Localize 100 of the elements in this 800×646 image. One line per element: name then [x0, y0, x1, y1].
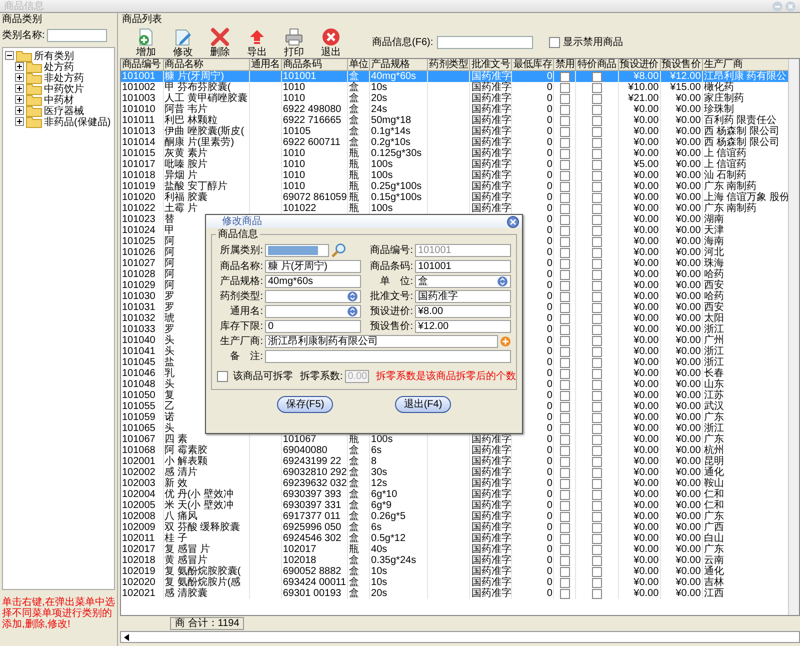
- toolbar-button[interactable]: 修改: [165, 26, 201, 58]
- expander-icon[interactable]: [15, 84, 24, 93]
- checkbox[interactable]: [560, 358, 570, 368]
- checkbox[interactable]: [592, 314, 602, 324]
- checkbox[interactable]: [592, 369, 602, 379]
- table-row[interactable]: 101010 阿昔 韦片 6922 498080 盒 24s 国药准字 0 ¥0.00 ¥0.00 珍珠制: [121, 104, 788, 115]
- checkbox[interactable]: [560, 578, 570, 588]
- checkbox[interactable]: [592, 567, 602, 577]
- table-row[interactable]: 102004 优 丹(小 壁效冲 6930397 393 盒 6g*10 国药准字 0 ¥0.00 ¥0.00 仁和: [121, 489, 788, 500]
- checkbox[interactable]: [592, 72, 602, 82]
- tree-item[interactable]: 非药品(保健品): [44, 114, 111, 128]
- close-icon[interactable]: [507, 216, 519, 228]
- checkbox[interactable]: [592, 259, 602, 269]
- checkbox[interactable]: [560, 215, 570, 225]
- table-row[interactable]: 101017 吡嗪 胺片 1010 瓶 100s 国药准字 0 ¥5.00 ¥0.00 上 信谊药: [121, 159, 788, 170]
- tree-item[interactable]: 医疗器械: [44, 104, 84, 118]
- checkbox[interactable]: [592, 336, 602, 346]
- tree-item[interactable]: 中药饮片: [44, 82, 84, 96]
- toolbar-button[interactable]: 删除: [202, 26, 238, 58]
- checkbox[interactable]: [592, 127, 602, 137]
- checkbox[interactable]: [592, 413, 602, 423]
- checkbox[interactable]: [592, 424, 602, 434]
- table-row[interactable]: 101068 阿 霉素胶 69040080 盒 6s 国药准字 0 ¥0.00 ¥0.00 杭州: [121, 445, 788, 456]
- checkbox[interactable]: [592, 578, 602, 588]
- checkbox[interactable]: [592, 193, 602, 203]
- checkbox[interactable]: [592, 589, 602, 599]
- checkbox[interactable]: [592, 215, 602, 225]
- toolbar-button[interactable]: 退出: [313, 26, 349, 58]
- checkbox[interactable]: [592, 556, 602, 566]
- checkbox[interactable]: [592, 303, 602, 313]
- checkbox[interactable]: [592, 358, 602, 368]
- checkbox[interactable]: [560, 479, 570, 489]
- left-arrow-icon[interactable]: [124, 634, 129, 640]
- checkbox[interactable]: [592, 248, 602, 258]
- checkbox[interactable]: [592, 182, 602, 192]
- checkbox[interactable]: [560, 336, 570, 346]
- table-row[interactable]: 102017 复 感冒 片 102017 瓶 40s 国药准字 0 ¥0.00 ¥0.00 广东: [121, 544, 788, 555]
- tree-item[interactable]: 中药材: [44, 92, 74, 106]
- column-header[interactable]: 预设售价: [660, 59, 702, 70]
- checkbox[interactable]: [549, 36, 560, 48]
- checkbox[interactable]: [592, 116, 602, 126]
- category-name-field[interactable]: [46, 28, 107, 42]
- table-row[interactable]: 102018 黄 感冒片 102018 盒 0.35g*24s 国药准字 0 ¥0.00 ¥0.00 云南: [121, 555, 788, 566]
- checkbox[interactable]: [560, 435, 570, 445]
- table-row[interactable]: 102019 复 氨酚烷胺胶囊( 690052 8882 盒 10s 国药准字 0 ¥0.00 ¥0.00 通化: [121, 566, 788, 577]
- checkbox[interactable]: [560, 446, 570, 456]
- checkbox[interactable]: [560, 226, 570, 236]
- checkbox[interactable]: [560, 380, 570, 390]
- checkbox[interactable]: [560, 512, 570, 522]
- checkbox[interactable]: [560, 193, 570, 203]
- checkbox[interactable]: [592, 545, 602, 555]
- checkbox[interactable]: [592, 435, 602, 445]
- checkbox[interactable]: [560, 292, 570, 302]
- checkbox[interactable]: [560, 171, 570, 181]
- checkbox[interactable]: [592, 94, 602, 104]
- add-icon[interactable]: [500, 336, 511, 347]
- input-field[interactable]: ¥8.00: [415, 305, 511, 318]
- tree-item[interactable]: 非处方药: [44, 70, 84, 84]
- table-row[interactable]: 101014 酮康 片(里素劳) 6922 600711 盒 0.2g*10s 国药准字 0 ¥0.00 ¥0.00 西 杨森制 限公司: [121, 137, 788, 148]
- column-header[interactable]: 单位: [347, 59, 370, 70]
- table-row[interactable]: 102021 感 清胶囊 69301 00193 盒 20s 国药准字 0 ¥0.00 ¥0.00 江西: [121, 588, 788, 599]
- table-row[interactable]: 102002 感 清片 69032810 292 盒 30s 国药准字 0 ¥0.00 ¥0.00 通化: [121, 467, 788, 478]
- table-row[interactable]: 102009 双 芬酸 缓释胶囊 6925996 050 盒 6s 国药准字 0 ¥0.00 ¥0.00 广西: [121, 522, 788, 533]
- table-row[interactable]: 102008 八 痛风 6917377 011 盒 0.26g*5 国药准字 0 ¥0.00 ¥0.00 广东: [121, 511, 788, 522]
- table-row[interactable]: 101013 伊曲 唑胶囊(斯皮( 10105 盒 0.1g*14s 国药准字 0 ¥0.00 ¥0.00 西 杨森制 限公司: [121, 126, 788, 137]
- checkbox[interactable]: [560, 534, 570, 544]
- checkbox[interactable]: [592, 204, 602, 214]
- checkbox[interactable]: [592, 160, 602, 170]
- checkbox[interactable]: [560, 490, 570, 500]
- expander-icon[interactable]: [15, 117, 24, 126]
- checkbox[interactable]: [592, 270, 602, 280]
- tree-item[interactable]: 所有类别: [34, 48, 74, 62]
- checkbox[interactable]: [560, 314, 570, 324]
- checkbox[interactable]: [592, 226, 602, 236]
- dropdown[interactable]: 盒: [415, 275, 511, 288]
- checkbox[interactable]: [560, 105, 570, 115]
- expander-icon[interactable]: [15, 106, 24, 115]
- checkbox[interactable]: [560, 182, 570, 192]
- checkbox[interactable]: [592, 534, 602, 544]
- checkbox[interactable]: [560, 281, 570, 291]
- checkbox[interactable]: [560, 116, 570, 126]
- table-row[interactable]: 101020 利福 胶囊 69072 861059 瓶 0.15g*100s 国药准字 0 ¥0.00 ¥0.00 上海 信谊万象 股份: [121, 192, 788, 203]
- checkbox[interactable]: [592, 479, 602, 489]
- toolbar-button[interactable]: 增加: [128, 26, 164, 58]
- table-row[interactable]: 102011 桂 子 6924546 302 盒 0.5g*12 国药准字 0 ¥0.00 ¥0.00 白山: [121, 533, 788, 544]
- table-row[interactable]: 101003 人工 黄甲硝唑胶囊 1010 盒 20s 国药准字 0 ¥21.00 ¥0.00 家庄制药: [121, 93, 788, 104]
- checkbox[interactable]: [592, 237, 602, 247]
- checkbox[interactable]: [592, 512, 602, 522]
- expander-icon[interactable]: [5, 51, 14, 60]
- checkbox[interactable]: [592, 468, 602, 478]
- checkbox[interactable]: [560, 138, 570, 148]
- table-row[interactable]: 101018 异烟 片 1010 瓶 100s 国药准字 0 ¥0.00 ¥0.00 汕 石制药: [121, 170, 788, 181]
- checkbox[interactable]: [560, 391, 570, 401]
- expander-icon[interactable]: [15, 62, 24, 71]
- checkbox[interactable]: [560, 83, 570, 93]
- checkbox[interactable]: [592, 281, 602, 291]
- tree-item[interactable]: 处方药: [44, 60, 74, 74]
- checkbox[interactable]: [560, 127, 570, 137]
- table-row[interactable]: 102001 小 解表颗 69243199 22 盒 8 国药准字 0 ¥0.00 ¥0.00 昆明: [121, 456, 788, 467]
- checkbox[interactable]: [560, 204, 570, 214]
